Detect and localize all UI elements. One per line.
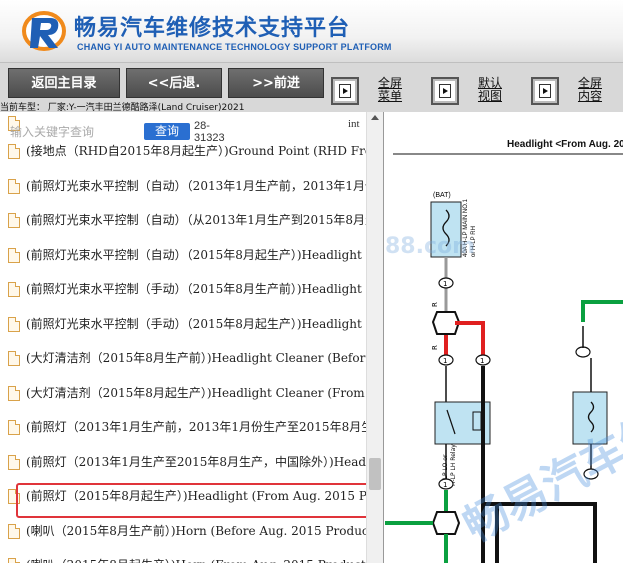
home-button[interactable]: 返回主目录 (8, 68, 120, 98)
expand-icon (539, 84, 551, 98)
list-item[interactable]: (喇叭（2015年8月生产前）)Horn (Before Aug. 2015 P… (0, 514, 366, 549)
watermark-url: 88.com (385, 234, 476, 259)
header: 畅易汽车维修技术支持平台 CHANG YI AUTO MAINTENANCE T… (0, 0, 623, 62)
svg-text:1: 1 (443, 357, 447, 365)
document-icon (8, 282, 20, 297)
selection-highlight (16, 483, 376, 518)
svg-text:R: R (431, 345, 439, 350)
svg-text:1: 1 (443, 481, 447, 489)
topic-list-panel: 查询 28-31323 int (接地点（RHD自2015年8月起生产）)Gro… (0, 112, 384, 563)
list-item[interactable]: (前照灯光束水平控制（手动）（2015年8月起生产）)Headlight Bea… (0, 307, 366, 342)
pin-number: 1 (443, 280, 447, 288)
wire-red-branch (455, 321, 485, 357)
list-item[interactable]: (大灯清洁剂（2015年8月起生产）)Headlight Cleaner (Fr… (0, 376, 366, 411)
app-title: 畅易汽车维修技术支持平台 (74, 16, 351, 41)
list-item[interactable]: (大灯清洁剂（2015年8月生产前）)Headlight Cleaner (Be… (0, 341, 366, 376)
fullscreen-menu-button[interactable] (331, 77, 359, 105)
list-item-label: (喇叭（2015年8月生产前）)Horn (Before Aug. 2015 P… (26, 523, 366, 538)
default-view-link[interactable]: 默认 视图 (472, 77, 508, 103)
document-icon (8, 213, 20, 228)
document-icon (8, 144, 20, 159)
back-button[interactable]: <<后退. (126, 68, 222, 98)
document-icon (8, 247, 20, 263)
list-item-label: (接地点（RHD自2015年8月起生产）)Ground Point (RHD F… (26, 144, 366, 158)
list-item[interactable]: (前照灯光束水平控制（手动）（2015年8月生产前）)Headlight Bea… (0, 272, 366, 307)
app-subtitle: CHANG YI AUTO MAINTENANCE TECHNOLOGY SUP… (77, 42, 392, 52)
list-item-label: (前照灯（2013年1月生产前，2013年1月份生产至2015年8月生产）)He… (26, 420, 366, 434)
svg-text:H-LP LH Relay: H-LP LH Relay (450, 444, 457, 486)
list-scrollbar[interactable] (366, 112, 383, 563)
document-icon (8, 454, 20, 470)
fullscreen-menu-link[interactable]: 全屏 菜单 (372, 77, 408, 103)
toolbar: 返回主目录 <<后退. >>前进 全屏 菜单 默认 视图 全屏 内容 当前车型：… (0, 62, 623, 113)
forward-button[interactable]: >>前进 (228, 68, 324, 98)
bat-label: (BAT) (433, 192, 451, 199)
document-icon (8, 523, 20, 539)
svg-text:R: R (431, 302, 439, 307)
list-item-label: (喇叭（2015年8月起生产）)Horn (From Aug. 2015 Pro… (26, 548, 366, 563)
list-item[interactable]: (前照灯（2013年1月生产前，2013年1月份生产至2015年8月生产）)He… (0, 410, 366, 445)
list-item-label: (前照灯光束水平控制（自动）（从2013年1月生产到2015年8月生产） (26, 213, 366, 227)
document-icon (8, 316, 20, 332)
svg-text:1: 1 (480, 357, 484, 365)
list-item[interactable]: (接地点（RHD自2015年8月起生产）)Ground Point (RHD F… (0, 134, 366, 169)
list-item-label: (大灯清洁剂（2015年8月起生产）)Headlight Cleaner (Fr… (26, 385, 366, 400)
expand-icon (439, 84, 451, 98)
diagram-panel: Headlight <From Aug. 2015 Production> (B… (385, 112, 623, 563)
document-icon (8, 558, 20, 563)
document-icon (8, 420, 20, 435)
document-icon (8, 178, 20, 194)
list-item-label: (前照灯光束水平控制（自动）（2015年8月起生产）)Headlight Bea… (26, 247, 366, 262)
list-item-label: (前照灯（2013年1月生产至2015年8月生产，中国除外）)Headlight (26, 454, 366, 469)
list-item[interactable]: (前照灯光束水平控制（自动）（从2013年1月生产到2015年8月生产） (0, 203, 366, 238)
fullscreen-content-button[interactable] (531, 77, 559, 105)
document-icon (8, 351, 20, 366)
list-item[interactable]: (喇叭（2015年8月起生产）)Horn (From Aug. 2015 Pro… (0, 548, 366, 563)
logo-icon (22, 11, 66, 51)
fullscreen-content-link[interactable]: 全屏 内容 (572, 77, 608, 103)
document-icon (8, 385, 20, 401)
list-item-label: (前照灯光束水平控制（手动）（2015年8月起生产）)Headlight Bea… (26, 316, 366, 331)
list-item[interactable]: (前照灯（2013年1月生产至2015年8月生产，中国除外）)Headlight (0, 445, 366, 480)
default-view-button[interactable] (431, 77, 459, 105)
list-item-label: (大灯清洁剂（2015年8月生产前）)Headlight Cleaner (Be… (26, 351, 366, 365)
list-item[interactable]: (前照灯光束水平控制（自动）（2015年8月起生产）)Headlight Bea… (0, 238, 366, 273)
list-item-label: (前照灯光束水平控制（手动）（2015年8月生产前）)Headlight Bea… (26, 282, 366, 296)
list-item-label: (前照灯光束水平控制（自动）（2013年1月生产前，2013年1月份生产至201… (26, 178, 366, 193)
truncated-text: int (348, 118, 360, 130)
scrollbar-thumb[interactable] (369, 458, 381, 490)
expand-icon (339, 84, 351, 98)
list-item[interactable]: (前照灯光束水平控制（自动）（2013年1月生产前，2013年1月份生产至201… (0, 169, 366, 204)
scroll-up-arrow-icon[interactable] (371, 115, 379, 120)
